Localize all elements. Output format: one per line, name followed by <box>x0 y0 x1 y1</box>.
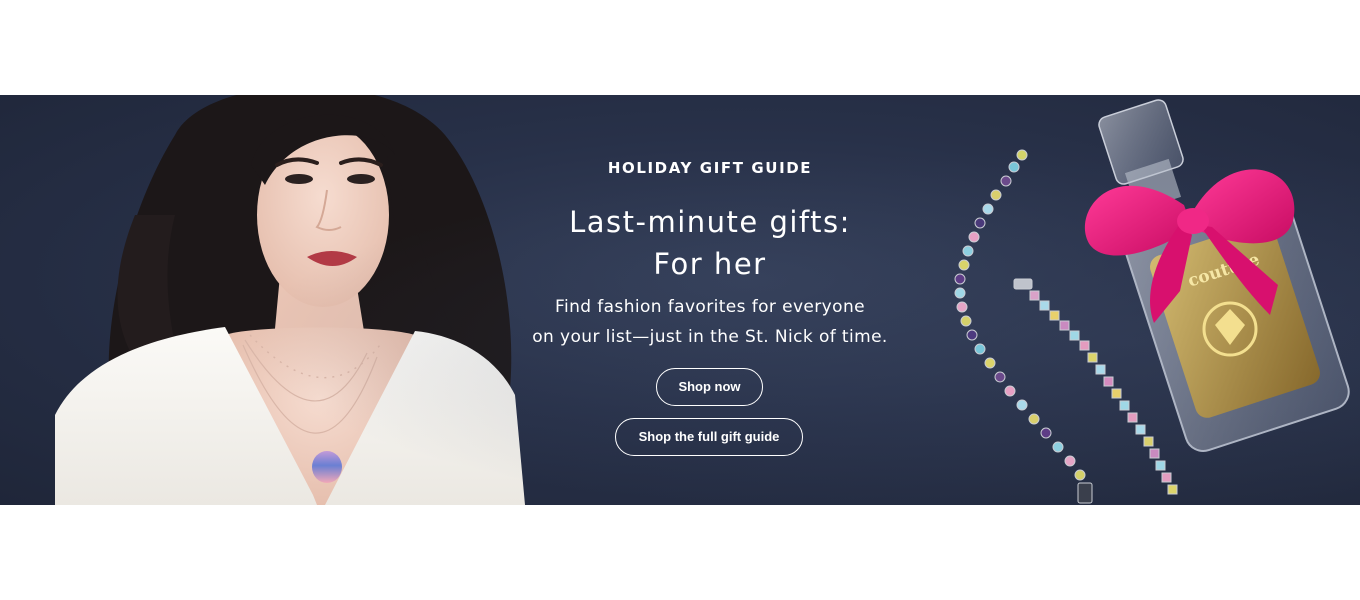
model-photo <box>55 95 525 505</box>
products-photo: couture <box>954 99 1350 504</box>
banner-headline: Last-minute gifts: For her <box>500 201 920 285</box>
subcopy-line-1: Find fashion favorites for everyone <box>555 297 865 317</box>
holiday-gift-guide-banner[interactable]: HOLIDAY GIFT GUIDE Last-minute gifts: Fo… <box>0 95 1360 505</box>
subcopy-line-2: on your list—just in the St. Nick of tim… <box>532 327 888 347</box>
banner-copy: HOLIDAY GIFT GUIDE Last-minute gifts: Fo… <box>500 95 920 505</box>
shop-now-button[interactable]: Shop now <box>656 368 763 406</box>
headline-line-1: Last-minute gifts: <box>569 205 851 239</box>
banner-eyebrow: HOLIDAY GIFT GUIDE <box>607 159 813 177</box>
banner-subcopy: Find fashion favorites for everyone on y… <box>500 292 920 352</box>
headline-line-2: For her <box>653 247 767 281</box>
perfume-bottle: couture <box>1098 99 1350 452</box>
page: HOLIDAY GIFT GUIDE Last-minute gifts: Fo… <box>0 0 1360 600</box>
bracelet-left <box>954 149 1093 504</box>
shop-full-gift-guide-button[interactable]: Shop the full gift guide <box>615 418 803 456</box>
